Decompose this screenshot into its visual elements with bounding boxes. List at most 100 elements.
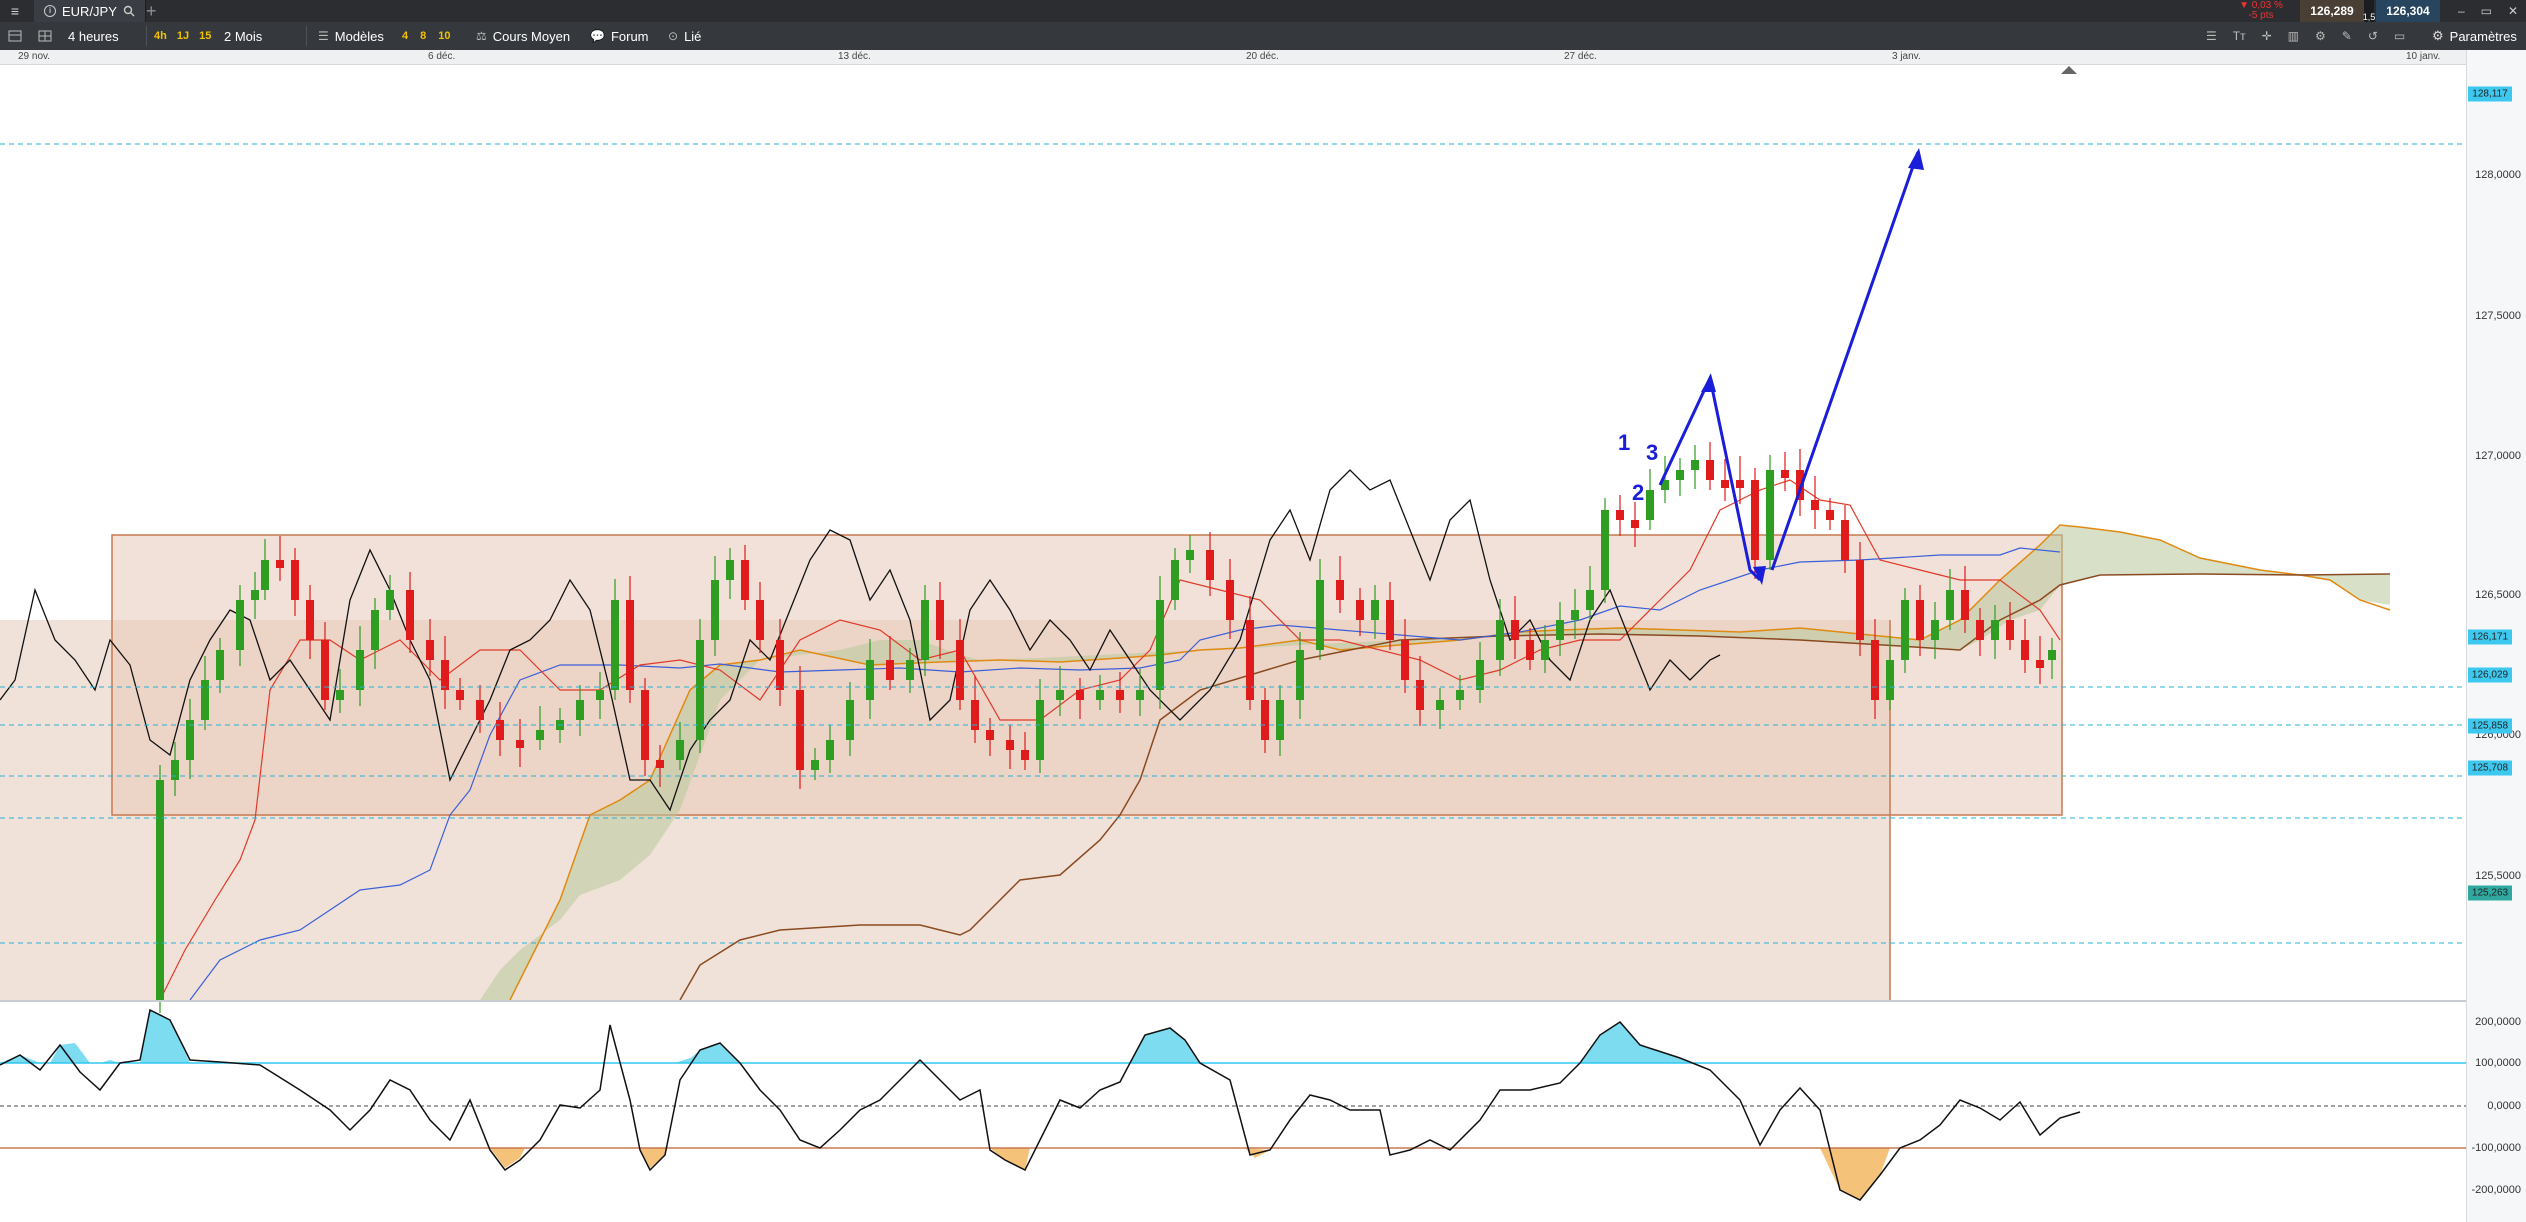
- candle-body: [886, 660, 894, 680]
- candle-body: [1541, 640, 1549, 660]
- price-label: 127,0000: [2475, 450, 2521, 462]
- candle-body: [626, 600, 634, 690]
- candle-body: [201, 680, 209, 720]
- candle-body: [426, 640, 434, 660]
- candle-body: [711, 580, 719, 640]
- candle-body: [216, 650, 224, 680]
- candle-body: [741, 560, 749, 600]
- candle-body: [336, 690, 344, 700]
- price-tag: 125,708: [2468, 760, 2512, 776]
- candle-body: [251, 590, 259, 600]
- candle-body: [1246, 620, 1254, 700]
- candle-body: [1116, 690, 1124, 700]
- candle-body: [1646, 490, 1654, 520]
- candle-body: [1961, 590, 1969, 620]
- candle-body: [406, 590, 414, 640]
- candle-body: [1511, 620, 1519, 640]
- candle-body: [1456, 690, 1464, 700]
- candle-body: [1401, 640, 1409, 680]
- candle-body: [1631, 520, 1639, 528]
- candle-body: [236, 600, 244, 650]
- candle-body: [796, 690, 804, 770]
- candle-body: [321, 640, 329, 700]
- candle-body: [1766, 470, 1774, 560]
- candle-body: [496, 720, 504, 740]
- candle-body: [1496, 620, 1504, 660]
- cci-label: 0,0000: [2487, 1100, 2521, 1112]
- candle-body: [1871, 640, 1879, 700]
- candle-body: [2036, 660, 2044, 668]
- candle-body: [276, 560, 284, 568]
- candle-body: [1156, 600, 1164, 690]
- candle-body: [1371, 600, 1379, 620]
- candle-body: [776, 640, 784, 690]
- candle-body: [1036, 700, 1044, 760]
- candle-body: [291, 560, 299, 600]
- price-tag: 126,171: [2468, 629, 2512, 645]
- candle-body: [811, 760, 819, 770]
- candle-body: [1976, 620, 1984, 640]
- candle-body: [386, 590, 394, 610]
- candle-body: [1946, 590, 1954, 620]
- candle-body: [1171, 560, 1179, 600]
- candle-body: [2021, 640, 2029, 660]
- candle-body: [1021, 750, 1029, 760]
- candle-body: [1886, 660, 1894, 700]
- candle-body: [1916, 600, 1924, 640]
- candle-body: [156, 780, 164, 1000]
- candle-body: [906, 660, 914, 680]
- annotation-2: 2: [1632, 480, 1645, 505]
- candle-body: [371, 610, 379, 650]
- candle-body: [1136, 690, 1144, 700]
- price-tag: 125,858: [2468, 718, 2512, 734]
- price-tag: 126,029: [2468, 667, 2512, 683]
- candle-body: [986, 730, 994, 740]
- cci-label: 100,0000: [2475, 1057, 2521, 1069]
- candle-body: [846, 700, 854, 740]
- candle-body: [476, 700, 484, 720]
- price-label: 126,5000: [2475, 589, 2521, 601]
- candle-body: [826, 740, 834, 760]
- candle-body: [171, 760, 179, 780]
- cci-line: [0, 1008, 2081, 1201]
- cci-label: -100,0000: [2471, 1142, 2521, 1154]
- candle-body: [2006, 620, 2014, 640]
- candle-body: [356, 650, 364, 690]
- price-tag: 128,117: [2468, 86, 2512, 102]
- candle-body: [1586, 590, 1594, 610]
- candle-body: [1436, 700, 1444, 710]
- price-tag: 125,263: [2468, 885, 2512, 901]
- candle-body: [441, 660, 449, 690]
- candle-body: [656, 760, 664, 768]
- arrowhead-up-long: [1908, 148, 1924, 170]
- candle-body: [1386, 600, 1394, 640]
- candle-body: [1616, 510, 1624, 520]
- candle-body: [1076, 690, 1084, 700]
- candle-body: [1781, 470, 1789, 478]
- candle-body: [1206, 550, 1214, 580]
- arrowhead-up-short: [1701, 374, 1716, 392]
- candle-body: [1811, 500, 1819, 510]
- candle-body: [756, 600, 764, 640]
- candle-body: [726, 560, 734, 580]
- candle-body: [2048, 650, 2056, 660]
- candle-body: [1826, 510, 1834, 520]
- candle-body: [1601, 510, 1609, 590]
- marker-triangle: [2061, 66, 2077, 74]
- candle-body: [1296, 650, 1304, 700]
- candle-body: [611, 600, 619, 690]
- candle-body: [1356, 600, 1364, 620]
- candle-body: [1931, 620, 1939, 640]
- candle-body: [456, 690, 464, 700]
- candle-body: [1691, 460, 1699, 470]
- candle-body: [1556, 620, 1564, 640]
- candle-body: [306, 600, 314, 640]
- price-label: 127,5000: [2475, 310, 2521, 322]
- candle-body: [186, 720, 194, 760]
- candle-body: [1226, 580, 1234, 620]
- candle-body: [1721, 480, 1729, 488]
- price-chart[interactable]: [0, 0, 2526, 1222]
- candle-body: [1706, 460, 1714, 480]
- candle-body: [1276, 700, 1284, 740]
- annotation-1: 1: [1618, 430, 1631, 455]
